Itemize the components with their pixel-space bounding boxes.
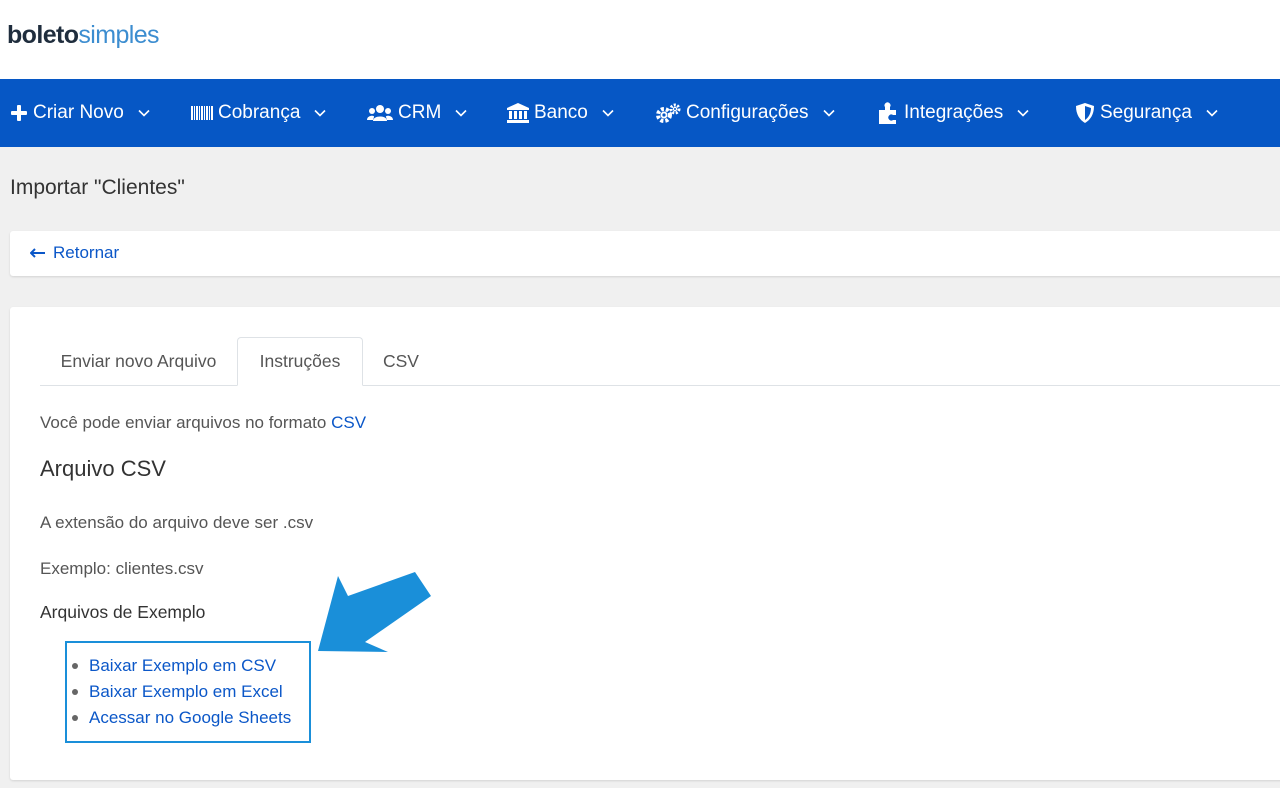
tab-instrucoes[interactable]: Instruções (237, 337, 363, 386)
highlight-box: Baixar Exemplo em CSV Baixar Exemplo em … (65, 641, 311, 743)
csv-format-link[interactable]: CSV (331, 413, 366, 432)
nav-label: Segurança (1100, 102, 1192, 123)
annotation-arrow-icon (318, 572, 431, 652)
nav-banco[interactable]: Banco (507, 79, 614, 147)
csv-heading: Arquivo CSV (40, 456, 166, 481)
bullet-icon (72, 663, 78, 669)
nav-cobranca[interactable]: Cobrança (191, 79, 326, 147)
list-item: Acessar no Google Sheets (67, 705, 291, 731)
nav-label: Banco (534, 102, 588, 123)
tab-bar: Enviar novo Arquivo Instruções CSV (40, 337, 1280, 386)
chevron-down-icon (455, 109, 467, 117)
logo-light-text: simples (78, 21, 159, 49)
plus-icon (10, 104, 28, 122)
tab-label: CSV (383, 350, 419, 371)
tab-enviar-novo-arquivo[interactable]: Enviar novo Arquivo (40, 337, 237, 385)
download-csv-link[interactable]: Baixar Exemplo em CSV (89, 656, 276, 676)
example-filename-text: Exemplo: clientes.csv (40, 559, 204, 578)
puzzle-icon (877, 102, 899, 124)
bank-icon (507, 103, 529, 123)
nav-label: Integrações (904, 102, 1004, 123)
chevron-down-icon (602, 109, 614, 117)
back-label: Retornar (53, 243, 120, 262)
chevron-down-icon (1206, 109, 1218, 117)
nav-seguranca[interactable]: Segurança (1075, 79, 1218, 147)
back-link[interactable]: Retornar (30, 243, 119, 263)
nav-label: Cobrança (218, 102, 301, 123)
chevron-down-icon (822, 109, 835, 117)
import-card: Enviar novo Arquivo Instruções CSV Você … (10, 307, 1280, 780)
extension-text: A extensão do arquivo deve ser .csv (40, 513, 314, 532)
shield-icon (1075, 102, 1095, 124)
tab-label: Enviar novo Arquivo (60, 350, 217, 371)
intro-label: Você pode enviar arquivos no formato (40, 413, 327, 432)
google-sheets-link[interactable]: Acessar no Google Sheets (89, 708, 291, 728)
back-card: Retornar (10, 231, 1280, 276)
list-item: Baixar Exemplo em Excel (67, 679, 291, 705)
tab-label: Instruções (259, 351, 341, 371)
bullet-icon (72, 715, 78, 721)
top-header: boletosimples (0, 0, 1280, 79)
chevron-down-icon (314, 109, 326, 117)
logo-bold-text: boleto (7, 21, 79, 49)
nav-configuracoes[interactable]: Configurações (655, 79, 835, 147)
nav-label: CRM (398, 102, 442, 123)
example-files-list: Baixar Exemplo em CSV Baixar Exemplo em … (67, 653, 291, 731)
cogs-icon (655, 103, 681, 123)
main-navbar: Criar Novo Cobrança CRM Banco Configuraç… (0, 79, 1280, 147)
nav-label: Criar Novo (33, 102, 124, 123)
page-title: Importar "Clientes" (10, 176, 185, 199)
bullet-icon (72, 689, 78, 695)
users-icon (367, 104, 393, 122)
nav-label: Configurações (686, 102, 809, 123)
chevron-down-icon (138, 109, 150, 117)
intro-text: Você pode enviar arquivos no formato CSV (40, 413, 366, 433)
nav-crm[interactable]: CRM (367, 79, 467, 147)
tab-csv[interactable]: CSV (363, 337, 439, 385)
chevron-down-icon (1017, 109, 1029, 117)
examples-heading: Arquivos de Exemplo (40, 602, 206, 622)
arrow-left-icon (30, 248, 46, 258)
list-item: Baixar Exemplo em CSV (67, 653, 291, 679)
nav-criar-novo[interactable]: Criar Novo (10, 79, 150, 147)
barcode-icon (191, 105, 213, 121)
brand-logo[interactable]: boletosimples (7, 20, 160, 50)
nav-integracoes[interactable]: Integrações (877, 79, 1029, 147)
download-excel-link[interactable]: Baixar Exemplo em Excel (89, 682, 283, 702)
